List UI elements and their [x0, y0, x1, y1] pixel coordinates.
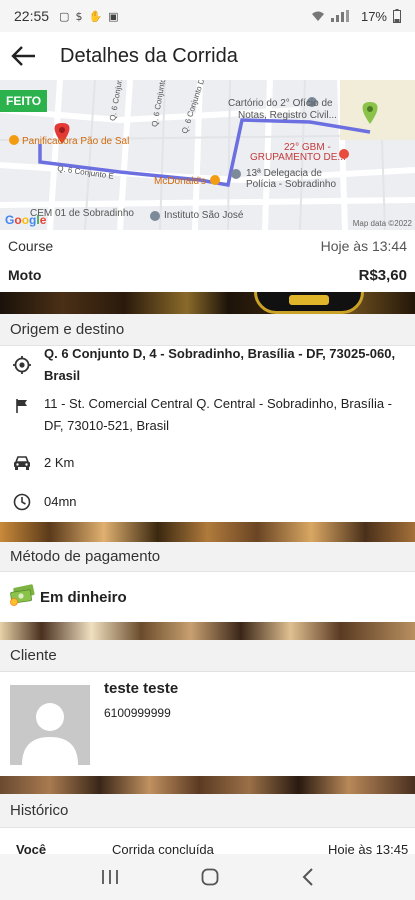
map-label-cartorio-1: Cartório do 2° Ofício de [228, 98, 333, 109]
ride-duration: 04mn [44, 494, 77, 509]
home-icon[interactable] [201, 868, 219, 886]
arrow-left-icon [11, 46, 35, 66]
origin-row: Q. 6 Conjunto D, 4 - Sobradinho, Brasíli… [0, 346, 415, 384]
message-icon: ▢ [59, 9, 70, 23]
map-label-delegacia-2: Polícia - Sobradinho [246, 179, 337, 190]
avatar [10, 685, 90, 765]
dollar-icon: $ [75, 9, 83, 23]
status-bar: 22:55 ▢ $ ✋ ▣ 17% [0, 0, 415, 32]
payment-method: Em dinheiro [40, 588, 127, 606]
system-icons: 17% [311, 9, 401, 24]
ride-type-row: Course Hoje às 13:44 [0, 232, 415, 260]
page-title: Detalhes da Corrida [60, 44, 238, 67]
status-badge: FEITO [0, 90, 48, 112]
decorative-banner [0, 522, 415, 542]
signal-icon [330, 10, 349, 22]
history-section-header: Histórico [0, 794, 415, 828]
history-section-title: Histórico [10, 802, 69, 819]
vehicle-label: Moto [8, 267, 42, 283]
notification-icons: ▢ $ ✋ ▣ [59, 10, 119, 23]
route-section-title: Origem e destino [10, 321, 125, 338]
route-section-header: Origem e destino [0, 314, 415, 346]
duration-row: 04mn [0, 482, 415, 522]
map-label-padaria: Panificadora Pão de Sal [22, 136, 130, 147]
taxi-logo-icon [254, 292, 364, 314]
ride-price: R$3,60 [358, 266, 407, 284]
client-name: teste teste [104, 680, 179, 697]
map-label-instituto: Instituto São José [164, 210, 244, 221]
car-icon [0, 456, 44, 470]
map-label-mcdonalds: McDonald's [154, 176, 206, 187]
destination-address: 11 - St. Comercial Central Q. Central - … [44, 396, 393, 433]
person-silhouette-icon [10, 685, 90, 765]
ride-distance: 2 Km [44, 455, 75, 470]
clock-icon [0, 493, 44, 511]
system-nav-bar [0, 854, 415, 900]
battery-percent: 17% [360, 8, 387, 24]
google-logo: Google [5, 213, 47, 227]
image-icon: ▣ [108, 9, 119, 23]
battery-icon [393, 9, 401, 23]
wifi-icon [311, 11, 324, 21]
history-actor: Você [16, 842, 47, 854]
decorative-banner [0, 622, 415, 640]
distance-row: 2 Km [0, 444, 415, 482]
payment-method-row: Em dinheiro [0, 572, 415, 622]
cash-icon [8, 584, 40, 610]
history-time: Hoje às 13:45 [328, 842, 409, 854]
ride-type-label: Course [8, 238, 54, 254]
history-row: Você Corrida concluída Hoje às 13:45 [0, 828, 415, 854]
payment-section-header: Método de pagamento [0, 542, 415, 572]
map-label-gbm-2: GRUPAMENTO DE... [250, 152, 346, 163]
back-button[interactable] [0, 32, 46, 80]
back-nav-icon[interactable] [302, 868, 314, 886]
decorative-banner [0, 776, 415, 794]
map-label-cartorio-2: Notas, Registro Civil... [238, 110, 337, 121]
status-time: 22:55 [14, 8, 50, 24]
client-phone[interactable]: 6100999999 [104, 706, 171, 720]
map-attribution: Map data ©2022 [352, 219, 412, 228]
client-card: teste teste 6100999999 [0, 672, 415, 776]
decorative-banner [0, 292, 415, 314]
destination-row: 11 - St. Comercial Central Q. Central - … [0, 384, 415, 444]
payment-section-title: Método de pagamento [10, 548, 161, 565]
map-label-delegacia-1: 13ª Delegacia de [246, 168, 322, 179]
client-section-title: Cliente [10, 647, 57, 664]
origin-address: Q. 6 Conjunto D, 4 - Sobradinho, Brasíli… [44, 346, 396, 383]
app-bar: Detalhes da Corrida [0, 32, 415, 80]
client-section-header: Cliente [0, 640, 415, 672]
ride-date: Hoje às 13:44 [320, 238, 407, 254]
destination-flag-icon [0, 393, 44, 413]
origin-target-icon [0, 356, 44, 374]
history-event: Corrida concluída [112, 842, 214, 854]
hand-icon: ✋ [88, 9, 103, 23]
recent-apps-icon[interactable] [101, 869, 119, 885]
route-map[interactable]: FEITO Panificadora Pão de Sal McDonald's… [0, 80, 415, 230]
vehicle-row: Moto R$3,60 [0, 260, 415, 290]
